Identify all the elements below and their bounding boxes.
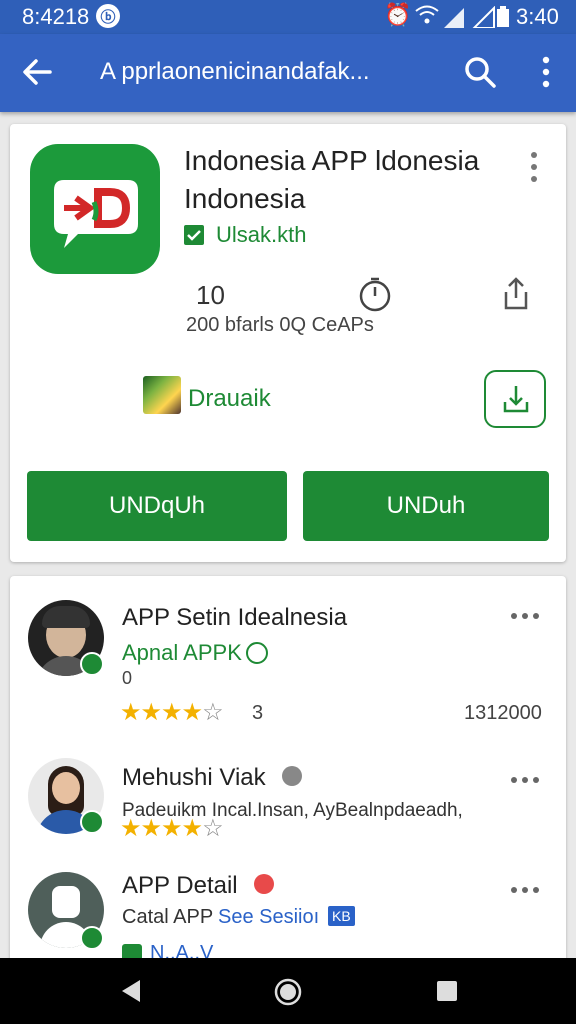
app-more-icon[interactable]	[524, 150, 544, 189]
back-nav-icon[interactable]	[118, 978, 142, 1009]
status-bar: 8:4218 ⓑ ⏰ 3:40	[0, 0, 576, 34]
review-item: Mehushi Viak Padeuikm Incal.Insan, AyBea…	[10, 746, 566, 864]
signal-icon	[442, 6, 466, 34]
home-nav-icon[interactable]	[274, 978, 302, 1011]
verified-icon	[184, 225, 204, 245]
stat-text: 200 bfarls 0Q CeAPs	[186, 314, 374, 336]
verified-badge-icon	[80, 810, 104, 834]
signal2-icon	[471, 5, 496, 34]
app-bar-title: A pprlaonenicinandafak...	[100, 58, 370, 85]
search-icon[interactable]	[462, 54, 498, 95]
review-more-icon[interactable]	[510, 882, 540, 900]
rating-timer-icon	[358, 276, 392, 317]
more-vert-icon[interactable]	[534, 54, 558, 95]
app-info-card: Indonesia APP ldonesia Indonesia Ulsak.k…	[10, 124, 566, 562]
verified-badge-icon	[80, 652, 104, 676]
location-icon	[282, 766, 302, 786]
review-sub2: 0	[122, 668, 133, 688]
app-bar: A pprlaonenicinandafak...	[0, 34, 576, 112]
clock-icon	[246, 642, 268, 664]
review-more-icon[interactable]	[510, 608, 540, 626]
see-session-link[interactable]: See Sesiioı	[218, 906, 319, 929]
review-sub: Apnal APPK	[122, 640, 242, 665]
download-button-2[interactable]: UNDuh	[303, 471, 549, 541]
star-rating: ★★★★☆	[120, 699, 224, 726]
app-name: Indonesia APP ldonesia Indonesia	[184, 145, 480, 214]
badge-icon	[143, 376, 181, 414]
verified-badge-icon	[80, 926, 104, 950]
battery-icon	[496, 6, 510, 34]
reviewer-name: Mehushi Viak	[122, 764, 266, 791]
status-time-right: 3:40	[516, 4, 559, 29]
download-button-1[interactable]: UNDqUh	[27, 471, 287, 541]
review-more-icon[interactable]	[510, 772, 540, 790]
share-icon[interactable]	[500, 276, 532, 317]
review-date: 1312000	[464, 702, 542, 724]
status-time-left: 8:4218	[22, 4, 90, 29]
reviewer-name: APP Detail	[122, 872, 238, 899]
alarm-icon: ⏰	[384, 2, 412, 27]
stat-value: 10	[196, 280, 225, 310]
reviews-card: APP Setin Idealnesia Apnal APPK 0 ★★★★☆ …	[10, 576, 566, 976]
app-logo	[30, 144, 160, 274]
review-item: APP Setin Idealnesia Apnal APPK 0 ★★★★☆ …	[10, 576, 566, 746]
star-count: 3	[252, 702, 264, 724]
navigation-bar	[0, 958, 576, 1024]
badge-label: Drauaik	[188, 385, 271, 412]
kb-badge: KB	[328, 906, 355, 926]
back-icon[interactable]	[20, 54, 56, 95]
download-icon-button[interactable]	[484, 370, 546, 428]
recents-nav-icon[interactable]	[436, 980, 458, 1007]
review-sub-a: Catal APP	[122, 906, 214, 928]
star-rating: ★★★★☆	[120, 815, 224, 842]
record-icon	[254, 874, 274, 894]
reviewer-name: APP Setin Idealnesia	[122, 604, 348, 631]
developer-name[interactable]: Ulsak.kth	[216, 222, 306, 248]
wifi-icon	[414, 2, 440, 34]
notification-icon: ⓑ	[96, 4, 120, 28]
